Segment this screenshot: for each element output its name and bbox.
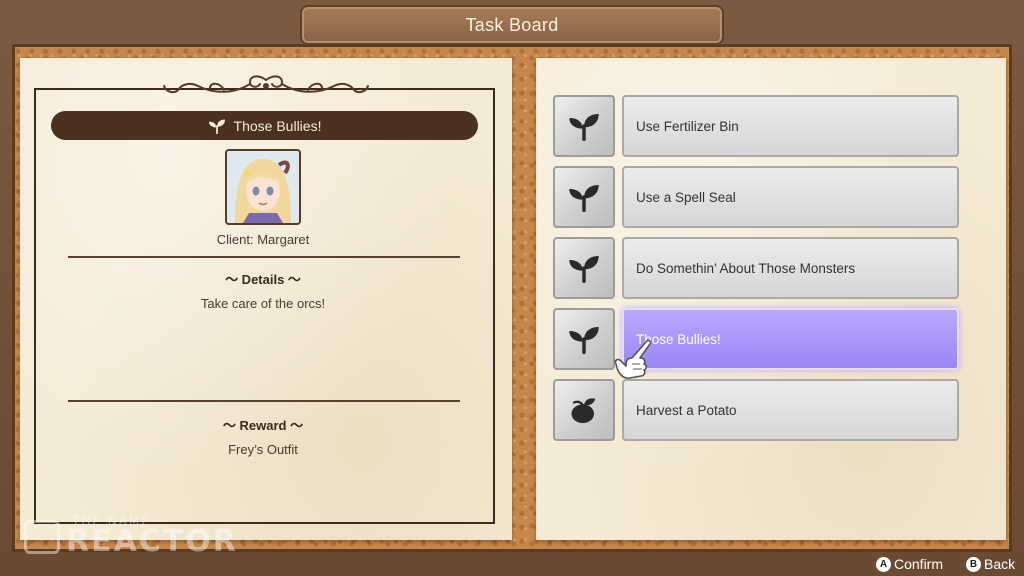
margaret-avatar xyxy=(227,151,299,223)
reward-heading: 〜 Reward 〜 xyxy=(222,418,304,433)
reward-text: Frey’s Outfit xyxy=(228,442,298,457)
task-icon-box xyxy=(553,308,615,370)
b-button-icon: B xyxy=(966,556,981,572)
sprout-icon xyxy=(569,256,599,283)
task-row-harvest-a-potato[interactable]: Harvest a Potato xyxy=(553,379,959,441)
task-icon-box xyxy=(553,95,615,157)
divider xyxy=(68,256,460,258)
task-button[interactable]: Do Somethin’ About Those Monsters xyxy=(622,237,959,299)
a-button-icon: A xyxy=(876,556,891,572)
confirm-label: Confirm xyxy=(894,556,944,572)
watermark-big-text: REACTOR xyxy=(66,524,238,559)
task-row-use-fertilizer-bin[interactable]: Use Fertilizer Bin xyxy=(553,95,959,157)
task-button-selected[interactable]: Those Bullies! xyxy=(622,308,959,370)
task-row-use-a-spell-seal[interactable]: Use a Spell Seal xyxy=(553,166,959,228)
details-heading: 〜 Details 〜 xyxy=(225,272,301,287)
back-hint[interactable]: B Back xyxy=(966,556,1015,572)
page-title: Task Board xyxy=(465,14,559,35)
task-button[interactable]: Use Fertilizer Bin xyxy=(622,95,959,157)
sprout-icon xyxy=(569,114,599,141)
sprout-icon xyxy=(208,118,225,134)
task-title: Those Bullies! xyxy=(233,117,322,134)
watermark-logo: THE NAME REACTOR xyxy=(24,514,236,560)
ornament-flourish-icon xyxy=(163,75,369,94)
divider xyxy=(68,400,460,402)
task-icon-box xyxy=(553,166,615,228)
task-button[interactable]: Use a Spell Seal xyxy=(622,166,959,228)
title-plaque: Task Board xyxy=(300,5,724,45)
sprout-icon xyxy=(569,327,599,354)
task-icon-box xyxy=(553,379,615,441)
task-title-bar: Those Bullies! xyxy=(51,111,478,140)
pointer-hand-icon xyxy=(614,339,652,379)
task-row-do-somethin-about-those-monsters[interactable]: Do Somethin’ About Those Monsters xyxy=(553,237,959,299)
potato-icon xyxy=(571,398,596,424)
confirm-hint[interactable]: A Confirm xyxy=(876,556,943,572)
client-portrait xyxy=(225,149,301,225)
watermark-logo-icon xyxy=(24,520,60,554)
task-icon-box xyxy=(553,237,615,299)
sprout-icon xyxy=(569,185,599,212)
back-label: Back xyxy=(984,556,1016,572)
details-text: Take care of the orcs! xyxy=(200,296,326,311)
task-button[interactable]: Harvest a Potato xyxy=(622,379,959,441)
client-name: Client: Margaret xyxy=(216,232,310,247)
